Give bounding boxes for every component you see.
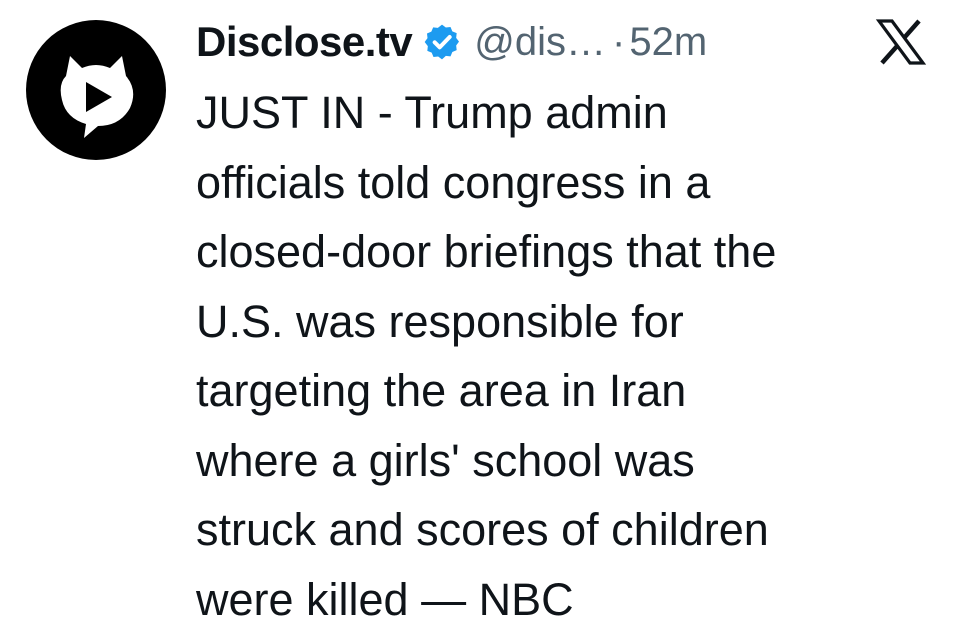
tweet-text-line: U.S. was responsible for bbox=[196, 295, 684, 347]
tweet-text-line: struck and scores of children bbox=[196, 504, 769, 555]
author-display-name[interactable]: Disclose.tv bbox=[196, 18, 413, 66]
tweet-text-line: closed-door briefings that the bbox=[196, 226, 777, 277]
tweet-card[interactable]: Disclose.tv @dis… · 52m JUST IN - Trump … bbox=[0, 0, 960, 639]
x-logo-icon[interactable] bbox=[875, 18, 927, 66]
tweet-text-line: officials told congress in a bbox=[196, 156, 711, 208]
separator-dot: · bbox=[612, 19, 626, 64]
verified-badge-icon bbox=[422, 22, 462, 62]
tweet-timestamp[interactable]: 52m bbox=[629, 20, 707, 65]
tweet-text-line: were killed — NBC bbox=[196, 573, 574, 625]
disclose-tv-logo-icon bbox=[60, 56, 134, 138]
tweet-text: JUST IN - Trump admin officials told con… bbox=[196, 78, 936, 634]
tweet-header: Disclose.tv @dis… · 52m bbox=[196, 12, 707, 72]
tweet-text-line: targeting the area in Iran bbox=[196, 365, 687, 416]
author-avatar[interactable] bbox=[26, 20, 166, 160]
author-handle[interactable]: @dis… bbox=[474, 20, 606, 65]
tweet-text-line: JUST IN - Trump admin bbox=[196, 87, 668, 138]
tweet-text-line: where a girls' school was bbox=[196, 434, 695, 486]
